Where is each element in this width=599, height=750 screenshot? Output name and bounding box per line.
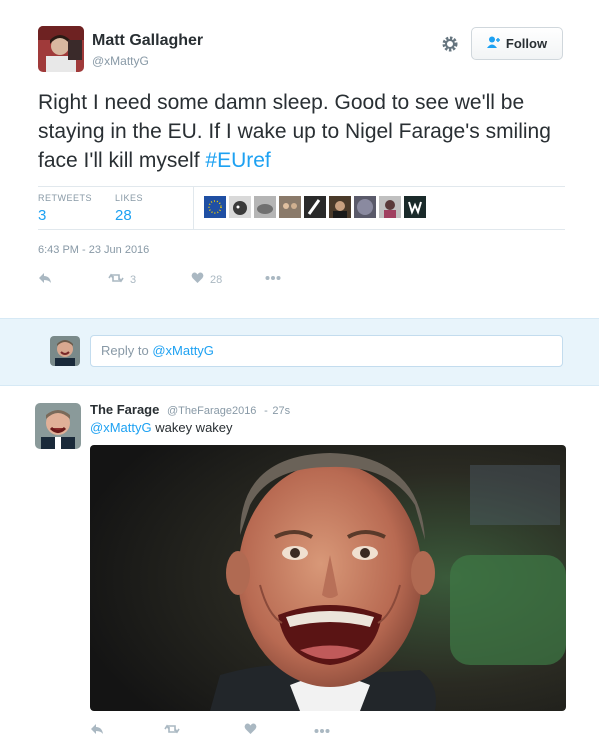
heart-icon — [191, 272, 204, 287]
likes-stat[interactable]: LIKES 28 — [115, 193, 143, 224]
more-icon — [265, 272, 281, 284]
retweet-icon — [164, 723, 180, 738]
like-action[interactable] — [244, 723, 257, 738]
reply-author-name[interactable]: The Farage — [90, 402, 159, 417]
liker-avatar[interactable] — [404, 196, 426, 218]
liker-avatar[interactable] — [254, 196, 276, 218]
retweet-count: 3 — [130, 273, 137, 286]
tweet-stats: RETWEETS 3 LIKES 28 — [38, 186, 565, 230]
reply-input[interactable]: Reply to @xMattyG — [90, 335, 563, 367]
retweets-label: RETWEETS — [38, 193, 93, 203]
reply-text-mention[interactable]: @xMattyG — [90, 420, 152, 435]
reply-author-handle[interactable]: @TheFarage2016 — [167, 405, 256, 417]
gear-icon[interactable] — [440, 34, 460, 54]
add-person-icon — [486, 36, 501, 51]
follow-button[interactable]: Follow — [471, 27, 563, 60]
reply-author-avatar[interactable] — [35, 403, 81, 449]
likes-label: LIKES — [115, 193, 144, 203]
likes-count: 28 — [115, 207, 132, 224]
retweets-count: 3 — [38, 207, 47, 224]
author-handle[interactable]: @xMattyG — [92, 54, 149, 68]
reply-text-body: wakey wakey — [155, 420, 233, 435]
reply-text: @xMattyG wakey wakey — [90, 420, 233, 435]
retweet-action[interactable]: 3 — [108, 272, 136, 287]
reply-action[interactable] — [38, 272, 52, 287]
likers-list — [204, 196, 426, 218]
tweet-text: Right I need some damn sleep. Good to se… — [38, 88, 568, 175]
reply-header: The Farage @TheFarage2016 - 27s — [90, 402, 290, 417]
liker-avatar[interactable] — [229, 196, 251, 218]
like-action[interactable]: 28 — [191, 272, 222, 287]
viewer-avatar — [50, 336, 80, 366]
follow-label: Follow — [505, 36, 548, 51]
retweet-icon — [108, 272, 124, 287]
retweet-action[interactable] — [164, 723, 180, 738]
liker-avatar[interactable] — [204, 196, 226, 218]
author-avatar[interactable] — [38, 26, 84, 72]
reply-tweet-actions — [90, 723, 390, 743]
reply-action[interactable] — [90, 723, 104, 738]
main-tweet: Matt Gallagher @xMattyG Follow Right I n… — [0, 0, 599, 318]
more-action[interactable] — [265, 272, 281, 284]
tweet-body: Right I need some damn sleep. Good to se… — [38, 91, 551, 172]
tweet-actions: 3 28 — [38, 272, 338, 292]
more-action[interactable] — [314, 723, 330, 737]
reply-composer: Reply to @xMattyG — [0, 318, 599, 386]
liker-avatar[interactable] — [304, 196, 326, 218]
reply-mention: @xMattyG — [152, 343, 214, 358]
reply-prefix: Reply to — [101, 343, 149, 358]
reply-icon — [90, 723, 104, 738]
reply-time[interactable]: 27s — [272, 405, 290, 417]
author-name[interactable]: Matt Gallagher — [92, 32, 203, 50]
liker-avatar[interactable] — [354, 196, 376, 218]
reply-icon — [38, 272, 52, 287]
liker-avatar[interactable] — [279, 196, 301, 218]
stats-divider — [193, 187, 194, 229]
reply-separator: - — [264, 405, 268, 417]
liker-avatar[interactable] — [379, 196, 401, 218]
tweet-timestamp[interactable]: 6:43 PM - 23 Jun 2016 — [38, 244, 149, 256]
like-count: 28 — [210, 273, 223, 286]
retweets-stat[interactable]: RETWEETS 3 — [38, 193, 92, 224]
more-icon — [314, 723, 330, 737]
heart-icon — [244, 723, 257, 738]
reply-photo[interactable] — [90, 445, 566, 711]
hashtag-link[interactable]: #EUref — [205, 149, 270, 172]
liker-avatar[interactable] — [329, 196, 351, 218]
reply-tweet: The Farage @TheFarage2016 - 27s @xMattyG… — [0, 386, 599, 750]
